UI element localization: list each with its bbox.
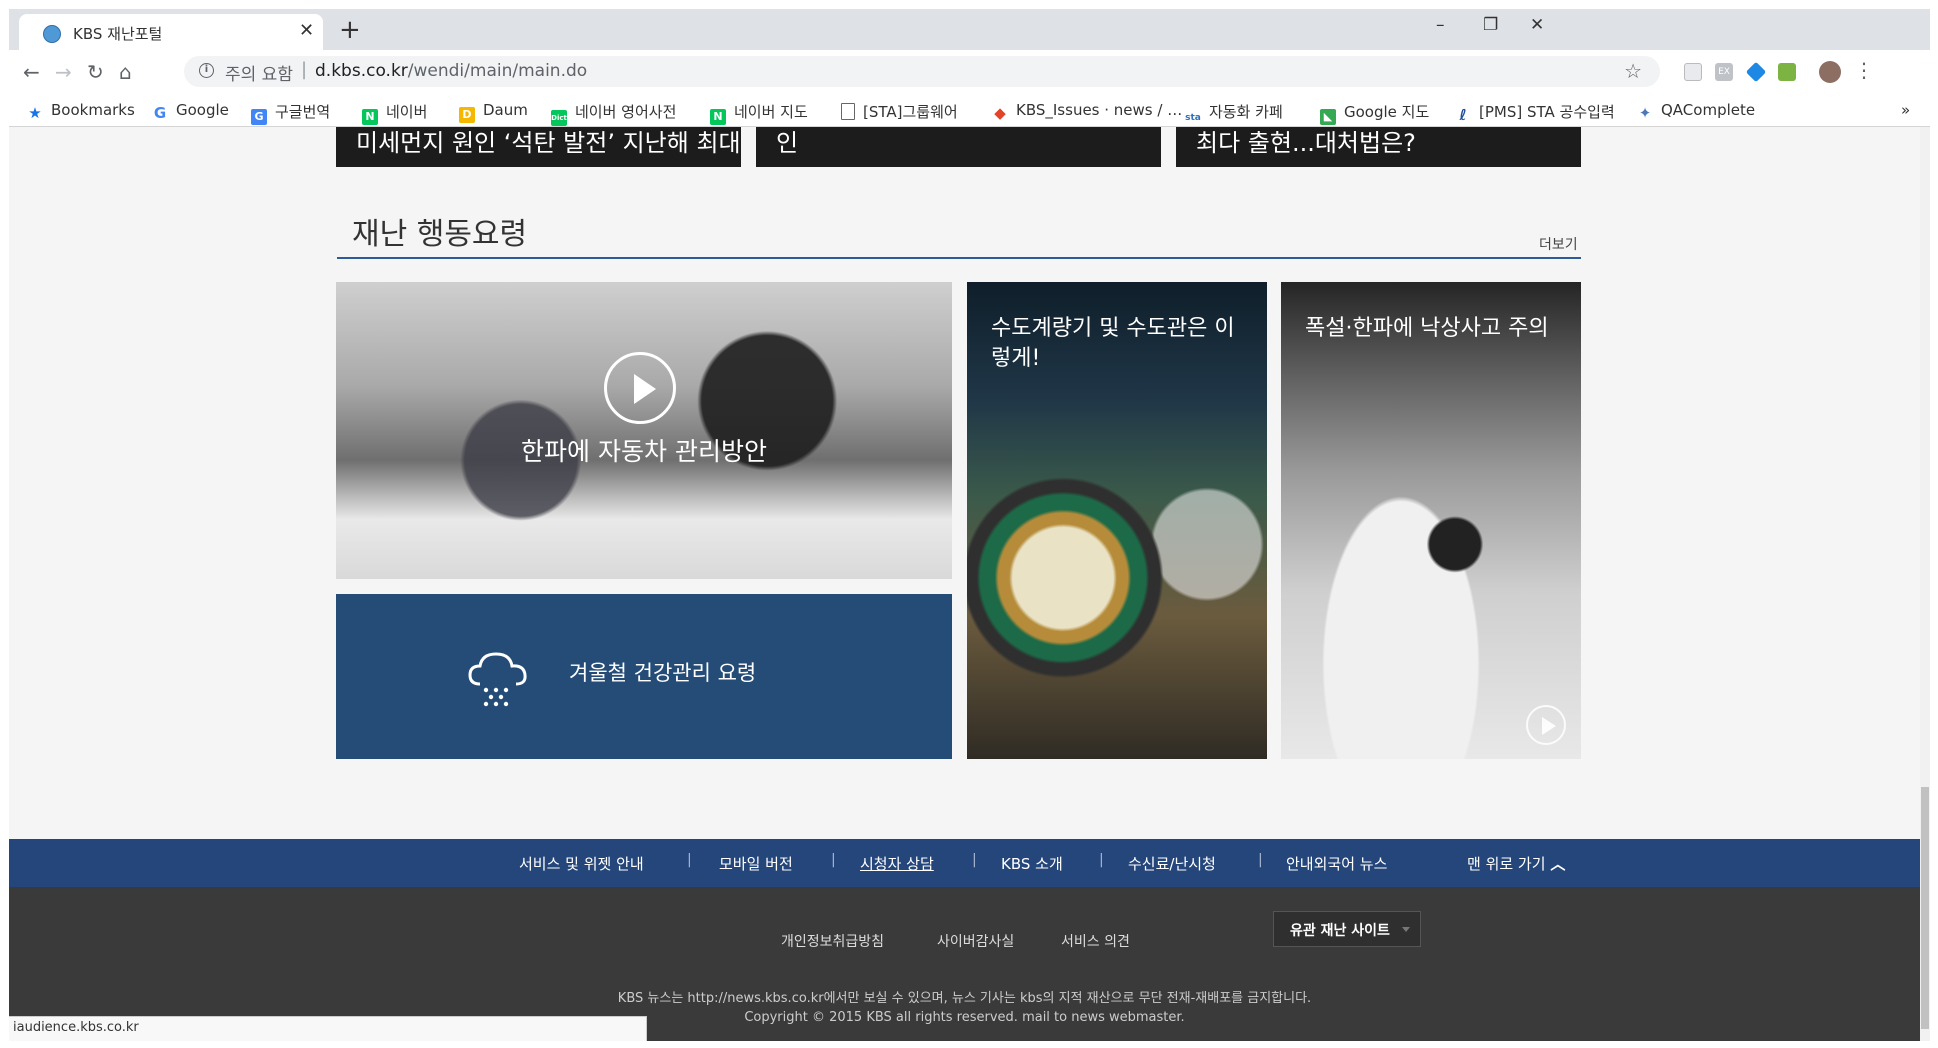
news-card-caption[interactable]: 인: [756, 127, 1161, 167]
security-warning: 주의 요함: [225, 65, 293, 85]
restore-button[interactable]: ❐: [1483, 15, 1498, 35]
more-link[interactable]: 더보기: [1539, 234, 1578, 254]
footer-nav-item[interactable]: 서비스 및 위젯 안내: [519, 853, 644, 874]
snow-cloud-icon: [468, 652, 527, 707]
google-icon: G: [153, 104, 167, 122]
tab-strip: KBS 재난포털 ✕ + – ❐ ✕: [9, 9, 1930, 50]
tab-title: KBS 재난포털: [73, 25, 163, 43]
close-window-button[interactable]: ✕: [1530, 15, 1544, 35]
bookmark-star-icon[interactable]: ☆: [1624, 59, 1642, 83]
browser-toolbar: ← → ↻ ⌂ i 주의 요함 | d.kbs.co.kr/wendi/main…: [9, 50, 1930, 93]
bookmark-item[interactable]: D Daum: [459, 101, 528, 123]
card-title: 폭설·한파에 낙상사고 주의: [1305, 316, 1549, 341]
bookmark-item[interactable]: sta 자동화 카페: [1185, 101, 1283, 126]
tab-close-icon[interactable]: ✕: [299, 20, 314, 41]
extension-ladder-icon[interactable]: [1778, 63, 1796, 81]
status-bar: iaudience.kbs.co.kr: [9, 1016, 647, 1041]
back-button[interactable]: ←: [23, 60, 40, 84]
daum-icon: D: [459, 107, 475, 123]
page-viewport: 미세먼지 원인 ‘석탄 발전’ 지난해 최대 인 최다 출현...대처법은? 재…: [9, 127, 1920, 1041]
section-divider: [337, 257, 1581, 259]
scrollbar-thumb[interactable]: [1921, 787, 1929, 1029]
news-card-caption[interactable]: 최다 출현...대처법은?: [1176, 127, 1581, 167]
bookmark-item[interactable]: ◆ KBS_Issues · news / …: [992, 101, 1182, 121]
footer-nav-item[interactable]: 수신료/난시청: [1128, 853, 1216, 874]
bookmarks-bar: ★ Bookmarks G Google G 구글번역 N 네이버 D Daum Dict…: [9, 93, 1930, 127]
card-water-meter[interactable]: 수도계량기 및 수도관은 이렇게!: [967, 282, 1267, 759]
profile-avatar[interactable]: [1819, 61, 1841, 83]
cafe-icon: sta: [1185, 113, 1201, 123]
gitlab-icon: ◆: [994, 104, 1006, 122]
maps-icon: ◣: [1320, 109, 1336, 125]
naver-dict-icon: Dict: [551, 110, 567, 126]
card-title: 겨울철 건강관리 요령: [569, 661, 757, 685]
new-tab-button[interactable]: +: [339, 15, 361, 45]
reload-button[interactable]: ↻: [87, 60, 104, 84]
card-car-care[interactable]: 한파에 자동차 관리방안: [336, 282, 952, 579]
translate-icon: G: [251, 109, 267, 125]
kbs-favicon-icon: [43, 25, 61, 43]
browser-window: KBS 재난포털 ✕ + – ❐ ✕ ← → ↻ ⌂ i 주의 요함 | d.k…: [9, 9, 1930, 1041]
naver-map-icon: N: [710, 109, 726, 125]
section-title: 재난 행동요령: [352, 217, 528, 252]
card-winter-health[interactable]: 겨울철 건강관리 요령: [336, 594, 952, 759]
play-icon[interactable]: [604, 352, 676, 424]
related-sites-dropdown[interactable]: 유관 재난 사이트: [1273, 911, 1421, 947]
bookmark-item[interactable]: Dict 네이버 영어사전: [551, 101, 676, 126]
bookmark-item[interactable]: [STA]그룹웨어: [841, 101, 958, 122]
page-scrollbar[interactable]: [1920, 127, 1930, 1041]
qacomplete-icon: ✦: [1638, 104, 1652, 122]
back-to-top-link[interactable]: 맨 위로 가기 ︿: [1467, 853, 1565, 874]
info-icon[interactable]: i: [199, 63, 214, 78]
dropdown-arrow-icon: [1402, 927, 1410, 932]
extension-ex-icon[interactable]: EX: [1715, 63, 1733, 81]
bookmark-item[interactable]: ◣ Google 지도: [1320, 101, 1429, 125]
bookmark-item[interactable]: N 네이버 지도: [710, 101, 808, 125]
footer-nav-item[interactable]: KBS 소개: [1001, 853, 1063, 874]
card-title: 한파에 자동차 관리방안: [521, 437, 767, 466]
footer-link[interactable]: 개인정보취급방침: [781, 931, 884, 951]
naver-icon: N: [362, 109, 378, 125]
minimize-button[interactable]: –: [1436, 15, 1445, 35]
address-bar[interactable]: i 주의 요함 | d.kbs.co.kr/wendi/main/main.do…: [184, 56, 1660, 87]
card-slip-accident[interactable]: 폭설·한파에 낙상사고 주의: [1281, 282, 1581, 759]
pms-icon: ℓ: [1459, 106, 1467, 124]
news-card-caption[interactable]: 미세먼지 원인 ‘석탄 발전’ 지난해 최대: [336, 127, 741, 167]
card-title: 수도계량기 및 수도관은 이렇게!: [991, 316, 1235, 371]
bookmark-item[interactable]: G 구글번역: [251, 101, 330, 125]
chevron-up-icon: ︿: [1550, 855, 1566, 873]
bookmark-item[interactable]: N 네이버: [362, 101, 427, 125]
footer-link[interactable]: 사이버감사실: [937, 931, 1014, 951]
footer-link[interactable]: 서비스 의견: [1061, 931, 1130, 951]
footer-navigation: 서비스 및 위젯 안내 | 모바일 버전 | 시청자 상담 | KBS 소개 |…: [9, 839, 1920, 887]
page-icon: [841, 103, 855, 120]
bookmark-item[interactable]: G Google: [152, 101, 229, 121]
bookmarks-overflow-icon[interactable]: »: [1901, 101, 1910, 119]
tab-kbs[interactable]: KBS 재난포털 ✕: [19, 14, 323, 50]
browser-menu-icon[interactable]: ⋮: [1854, 58, 1874, 82]
play-icon[interactable]: [1526, 705, 1566, 745]
bookmark-item[interactable]: ★ Bookmarks: [27, 101, 135, 121]
star-icon: ★: [28, 104, 42, 122]
forward-button[interactable]: →: [55, 60, 72, 84]
bookmark-item[interactable]: ℓ [PMS] STA 공수입력: [1455, 101, 1614, 124]
extension-diamond-icon[interactable]: [1745, 61, 1767, 83]
extension-cast-icon[interactable]: [1684, 63, 1702, 81]
footer-nav-item[interactable]: 모바일 버전: [719, 853, 793, 874]
footer-nav-item[interactable]: 안내외국어 뉴스: [1286, 853, 1387, 874]
home-button[interactable]: ⌂: [119, 60, 132, 84]
footer-notice: KBS 뉴스는 http://news.kbs.co.kr에서만 보실 수 있으…: [617, 991, 1312, 1006]
footer-nav-item[interactable]: 시청자 상담: [860, 853, 934, 874]
bookmark-item[interactable]: ✦ QAComplete: [1637, 101, 1755, 121]
url-text[interactable]: d.kbs.co.kr/wendi/main/main.do: [315, 61, 587, 81]
